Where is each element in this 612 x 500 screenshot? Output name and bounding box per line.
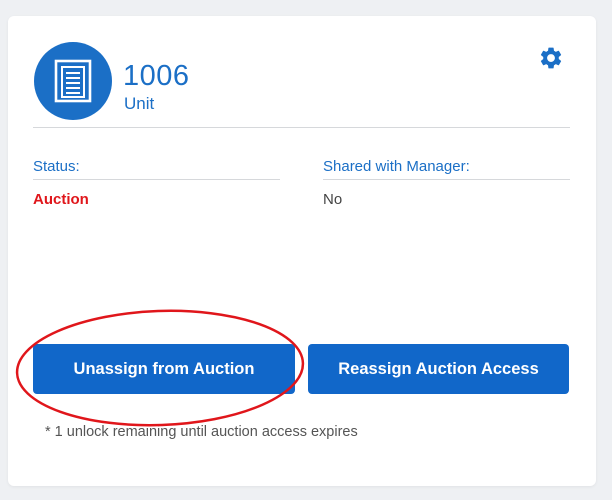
header-divider [33,127,570,128]
status-divider [33,179,280,180]
status-value: Auction [33,191,89,208]
shared-with-manager-value: No [323,191,343,208]
shared-with-manager-divider [323,179,570,180]
gear-icon [540,47,562,69]
shared-with-manager-label: Shared with Manager: [323,158,470,175]
status-label: Status: [33,158,80,175]
unassign-from-auction-button[interactable]: Unassign from Auction [33,344,295,394]
unit-type-label: Unit [124,94,155,113]
reassign-auction-access-button[interactable]: Reassign Auction Access [308,344,569,394]
unit-number: 1006 [123,60,190,92]
settings-button[interactable] [538,45,564,71]
unlock-footnote: * 1 unlock remaining until auction acces… [45,424,358,440]
unit-card: 1006 Unit Status: Auction Shared with Ma… [8,16,596,486]
storage-unit-door-icon [54,59,92,103]
unit-avatar [34,42,112,120]
